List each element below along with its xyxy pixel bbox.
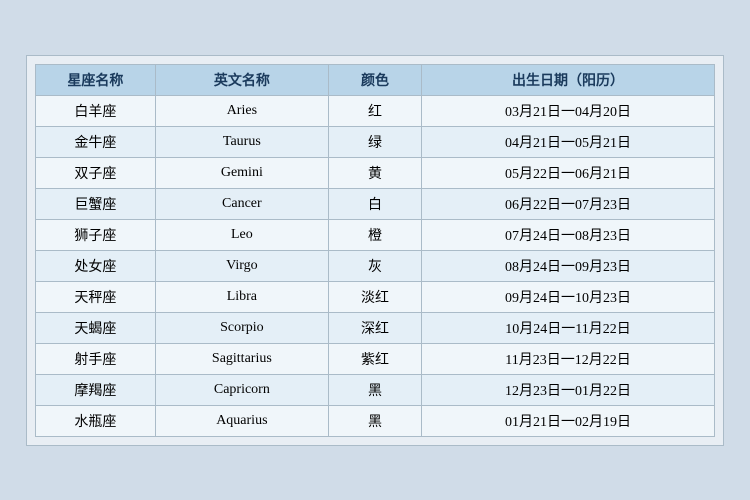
header-color: 颜色 [328,64,421,95]
cell-color: 灰 [328,250,421,281]
table-header-row: 星座名称 英文名称 颜色 出生日期（阳历） [36,64,715,95]
header-en-name: 英文名称 [155,64,328,95]
cell-zh-name: 双子座 [36,157,156,188]
cell-en-name: Capricorn [155,374,328,405]
cell-date: 03月21日一04月20日 [422,95,715,126]
table-row: 天蝎座Scorpio深红10月24日一11月22日 [36,312,715,343]
cell-color: 黑 [328,374,421,405]
cell-zh-name: 摩羯座 [36,374,156,405]
cell-color: 黄 [328,157,421,188]
cell-zh-name: 天蝎座 [36,312,156,343]
cell-date: 04月21日一05月21日 [422,126,715,157]
cell-en-name: Aries [155,95,328,126]
cell-color: 黑 [328,405,421,436]
cell-date: 05月22日一06月21日 [422,157,715,188]
cell-color: 绿 [328,126,421,157]
cell-en-name: Cancer [155,188,328,219]
table-row: 摩羯座Capricorn黑12月23日一01月22日 [36,374,715,405]
cell-zh-name: 水瓶座 [36,405,156,436]
cell-en-name: Aquarius [155,405,328,436]
cell-color: 紫红 [328,343,421,374]
cell-zh-name: 处女座 [36,250,156,281]
cell-zh-name: 天秤座 [36,281,156,312]
table-row: 狮子座Leo橙07月24日一08月23日 [36,219,715,250]
cell-date: 09月24日一10月23日 [422,281,715,312]
cell-date: 10月24日一11月22日 [422,312,715,343]
cell-zh-name: 金牛座 [36,126,156,157]
cell-en-name: Leo [155,219,328,250]
cell-en-name: Sagittarius [155,343,328,374]
header-zh-name: 星座名称 [36,64,156,95]
table-row: 金牛座Taurus绿04月21日一05月21日 [36,126,715,157]
cell-date: 06月22日一07月23日 [422,188,715,219]
cell-color: 白 [328,188,421,219]
cell-zh-name: 白羊座 [36,95,156,126]
cell-zh-name: 狮子座 [36,219,156,250]
cell-date: 07月24日一08月23日 [422,219,715,250]
zodiac-table: 星座名称 英文名称 颜色 出生日期（阳历） 白羊座Aries红03月21日一04… [35,64,715,437]
cell-en-name: Gemini [155,157,328,188]
cell-color: 淡红 [328,281,421,312]
table-row: 水瓶座Aquarius黑01月21日一02月19日 [36,405,715,436]
cell-zh-name: 巨蟹座 [36,188,156,219]
header-birthday: 出生日期（阳历） [422,64,715,95]
zodiac-table-container: 星座名称 英文名称 颜色 出生日期（阳历） 白羊座Aries红03月21日一04… [26,55,724,446]
cell-date: 01月21日一02月19日 [422,405,715,436]
cell-color: 深红 [328,312,421,343]
table-row: 白羊座Aries红03月21日一04月20日 [36,95,715,126]
cell-date: 11月23日一12月22日 [422,343,715,374]
cell-date: 12月23日一01月22日 [422,374,715,405]
cell-date: 08月24日一09月23日 [422,250,715,281]
table-row: 巨蟹座Cancer白06月22日一07月23日 [36,188,715,219]
table-row: 处女座Virgo灰08月24日一09月23日 [36,250,715,281]
cell-color: 橙 [328,219,421,250]
cell-zh-name: 射手座 [36,343,156,374]
cell-color: 红 [328,95,421,126]
cell-en-name: Libra [155,281,328,312]
cell-en-name: Taurus [155,126,328,157]
cell-en-name: Scorpio [155,312,328,343]
cell-en-name: Virgo [155,250,328,281]
table-row: 双子座Gemini黄05月22日一06月21日 [36,157,715,188]
table-row: 天秤座Libra淡红09月24日一10月23日 [36,281,715,312]
table-row: 射手座Sagittarius紫红11月23日一12月22日 [36,343,715,374]
